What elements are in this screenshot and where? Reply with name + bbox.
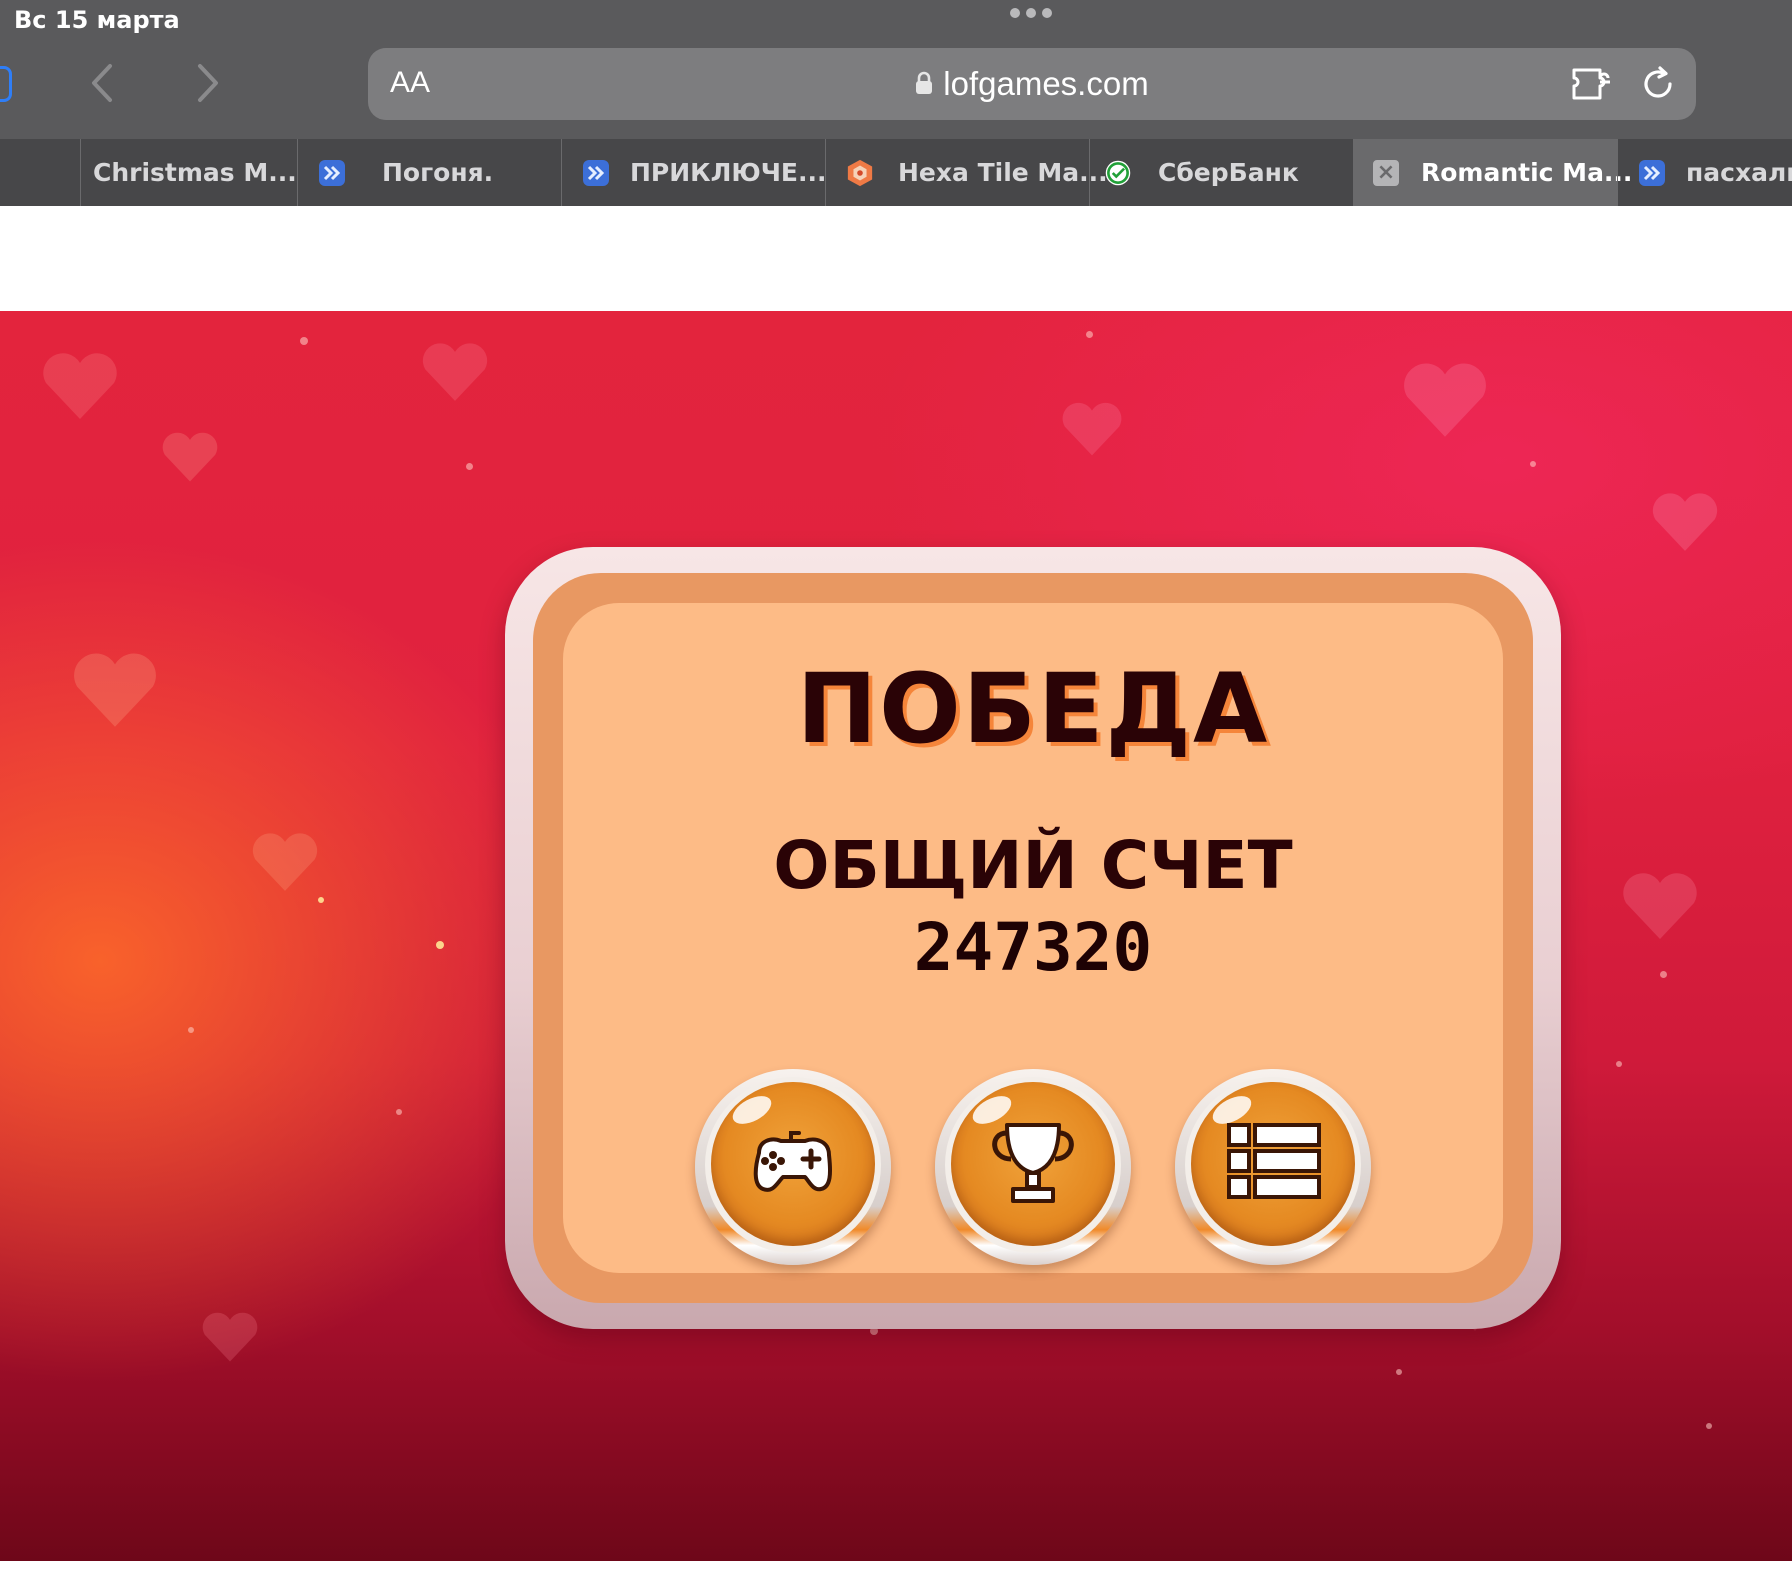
tab-bar: Christmas M... Погоня. ПРИКЛЮЧЕ... Hexa …: [0, 139, 1792, 206]
game-canvas[interactable]: ПОБЕДА ОБЩИЙ СЧЕТ 247320: [0, 311, 1792, 1561]
level-list-button[interactable]: [1175, 1069, 1371, 1265]
tab-sberbank[interactable]: СберБанк: [1089, 139, 1353, 206]
victory-title: ПОБЕДА: [796, 653, 1270, 765]
play-again-button[interactable]: [695, 1069, 891, 1265]
tab-label: Christmas M...: [93, 158, 297, 187]
chevron-left-icon: [92, 64, 112, 102]
url-display[interactable]: lofgames.com: [368, 65, 1696, 103]
tab-label: пасхальн: [1686, 158, 1792, 187]
extension-icon: [1572, 68, 1610, 100]
browser-toolbar: Вс 15 марта AA lofgames.com: [0, 0, 1792, 139]
back-button[interactable]: [82, 60, 122, 106]
address-bar[interactable]: AA lofgames.com: [368, 48, 1696, 120]
reload-icon: [1644, 66, 1672, 98]
tab-priklyuche[interactable]: ПРИКЛЮЧЕ...: [561, 139, 827, 206]
url-text: lofgames.com: [943, 65, 1149, 102]
lofgames-favicon-icon: [582, 159, 610, 187]
lofgames-favicon-icon: [1638, 159, 1666, 187]
total-score-value: 247320: [913, 909, 1153, 986]
total-score-label: ОБЩИЙ СЧЕТ: [773, 827, 1293, 904]
extension-button[interactable]: [1570, 64, 1616, 104]
tab-label: Romantic Ma...: [1421, 158, 1633, 187]
tab-label: Погоня.: [382, 158, 494, 187]
tab-label: Hexa Tile Ma...: [898, 158, 1108, 187]
status-date: Вс 15 марта: [14, 6, 180, 34]
multitasking-dots-icon[interactable]: [1010, 8, 1052, 18]
tab-christmas[interactable]: Christmas M...: [80, 139, 297, 206]
list-icon: [1227, 1123, 1321, 1199]
reload-button[interactable]: [1636, 62, 1680, 106]
sberbank-favicon-icon: [1104, 159, 1132, 187]
sidebar-toggle-icon[interactable]: [0, 66, 12, 102]
leaderboard-button[interactable]: [935, 1069, 1131, 1265]
tab-romantic-active[interactable]: × Romantic Ma...: [1353, 139, 1632, 206]
tab-paskhalny[interactable]: пасхальн: [1617, 139, 1792, 206]
forward-button[interactable]: [188, 60, 228, 106]
tab-label: СберБанк: [1158, 158, 1299, 187]
tab-pogonya[interactable]: Погоня.: [297, 139, 561, 206]
gamepad-icon: [753, 1131, 832, 1192]
tab-hexa-tile[interactable]: Hexa Tile Ma...: [825, 139, 1108, 206]
lock-icon: [916, 72, 933, 95]
lofgames-favicon-icon: [318, 159, 346, 187]
close-tab-icon[interactable]: ×: [1373, 159, 1399, 186]
tab-label: ПРИКЛЮЧЕ...: [630, 158, 827, 187]
hexa-favicon-icon: [846, 159, 874, 187]
trophy-icon: [992, 1123, 1074, 1203]
chevron-right-icon: [198, 64, 218, 102]
victory-dialog: ПОБЕДА ОБЩИЙ СЧЕТ 247320: [505, 547, 1561, 1329]
